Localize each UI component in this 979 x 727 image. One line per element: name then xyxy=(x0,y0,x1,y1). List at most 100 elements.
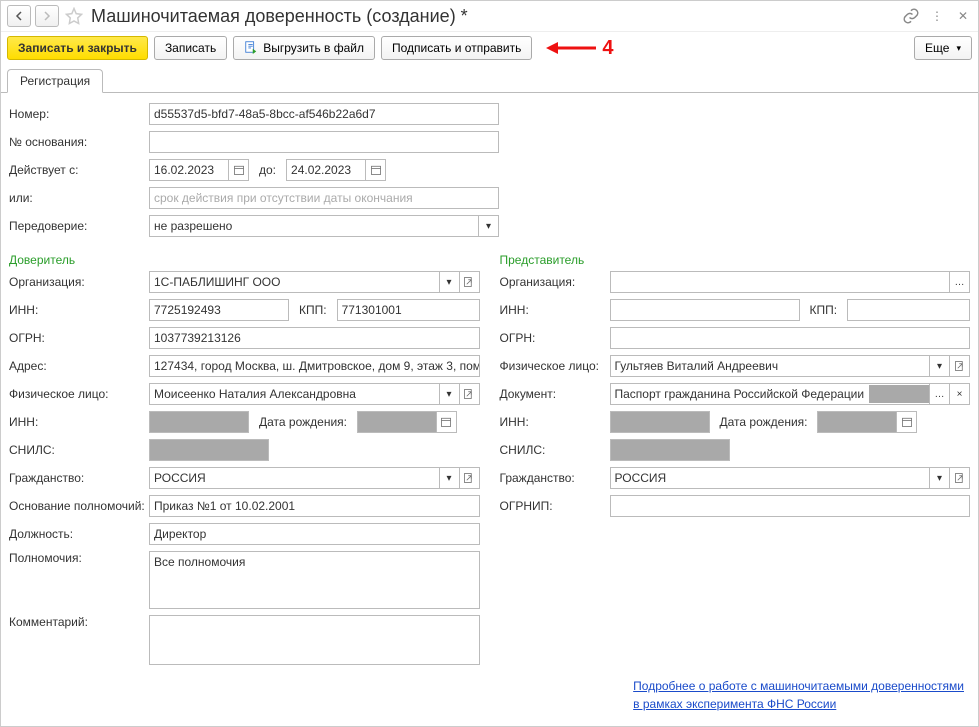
rep-org-input[interactable] xyxy=(610,271,951,293)
section-principal-title: Доверитель xyxy=(9,253,480,267)
help-link-line1: Подробнее о работе с машиночитаемыми дов… xyxy=(633,679,964,693)
rep-dob-input[interactable] xyxy=(817,411,897,433)
principal-powers-textarea[interactable]: Все полномочия xyxy=(149,551,480,609)
rep-document-input[interactable]: Паспорт гражданина Российской Федерации xyxy=(610,383,931,405)
label-basis-no: № основания: xyxy=(9,135,149,149)
label-number: Номер: xyxy=(9,107,149,121)
more-menu-button[interactable]: Еще ▾ xyxy=(914,36,972,60)
label-r-inn2: ИНН: xyxy=(500,415,610,429)
export-to-file-button[interactable]: Выгрузить в файл xyxy=(233,36,375,60)
nav-forward-button[interactable] xyxy=(35,5,59,27)
kebab-menu-icon[interactable]: ⋮ xyxy=(928,7,946,25)
principal-person-inn-input[interactable] xyxy=(149,411,249,433)
redelegation-dropdown-button[interactable]: ▾ xyxy=(479,215,499,237)
date-from-input[interactable] xyxy=(149,159,229,181)
link-icon[interactable] xyxy=(902,7,920,25)
label-p-powers: Полномочия: xyxy=(9,551,149,565)
rep-ogrn-input[interactable] xyxy=(610,327,971,349)
principal-person-input[interactable]: Моисеенко Наталия Александровна xyxy=(149,383,440,405)
rep-document-clear-button[interactable]: × xyxy=(950,383,970,405)
date-from-picker-button[interactable] xyxy=(229,159,249,181)
date-to-picker-button[interactable] xyxy=(366,159,386,181)
label-p-citizen: Гражданство: xyxy=(9,471,149,485)
help-link[interactable]: Подробнее о работе с машиночитаемыми дов… xyxy=(633,677,964,713)
rep-inn-input[interactable] xyxy=(610,299,800,321)
rep-person-dropdown[interactable]: ▾ xyxy=(930,355,950,377)
rep-org-select-button[interactable]: … xyxy=(950,271,970,293)
date-to-input[interactable] xyxy=(286,159,366,181)
label-p-person: Физическое лицо: xyxy=(9,387,149,401)
basis-no-input[interactable] xyxy=(149,131,499,153)
rep-citizenship-dropdown[interactable]: ▾ xyxy=(930,467,950,489)
label-p-comment: Комментарий: xyxy=(9,615,149,629)
principal-basis-input[interactable] xyxy=(149,495,480,517)
label-r-person: Физическое лицо: xyxy=(500,359,610,373)
tab-registration[interactable]: Регистрация xyxy=(7,69,103,93)
chevron-down-icon: ▾ xyxy=(956,43,961,54)
close-window-icon[interactable]: ✕ xyxy=(954,7,972,25)
label-valid-from: Действует с: xyxy=(9,163,149,177)
label-r-document: Документ: xyxy=(500,387,610,401)
more-label: Еще xyxy=(925,41,949,55)
rep-document-value: Паспорт гражданина Российской Федерации xyxy=(615,387,870,401)
rep-document-masked xyxy=(869,385,929,403)
label-p-inn2: ИНН: xyxy=(9,415,149,429)
write-button[interactable]: Записать xyxy=(154,36,227,60)
label-p-inn: ИНН: xyxy=(9,303,149,317)
principal-org-open[interactable] xyxy=(460,271,480,293)
section-representative-title: Представитель xyxy=(500,253,971,267)
sign-and-send-button[interactable]: Подписать и отправить xyxy=(381,36,532,60)
rep-person-inn-input[interactable] xyxy=(610,411,710,433)
write-and-close-button[interactable]: Записать и закрыть xyxy=(7,36,148,60)
annotation-number: 4 xyxy=(602,37,613,60)
label-p-kpp: КПП: xyxy=(299,303,327,317)
principal-org-dropdown[interactable]: ▾ xyxy=(440,271,460,293)
principal-citizenship-input[interactable]: РОССИЯ xyxy=(149,467,440,489)
principal-person-open[interactable] xyxy=(460,383,480,405)
rep-person-input[interactable]: Гультяев Виталий Андреевич xyxy=(610,355,931,377)
label-p-org: Организация: xyxy=(9,275,149,289)
validity-term-input[interactable]: срок действия при отсутствии даты оконча… xyxy=(149,187,499,209)
label-r-snils: СНИЛС: xyxy=(500,443,610,457)
label-r-ogrn: ОГРН: xyxy=(500,331,610,345)
principal-org-input[interactable]: 1С-ПАБЛИШИНГ ООО xyxy=(149,271,440,293)
label-r-dob: Дата рождения: xyxy=(720,415,808,429)
rep-ogrnip-input[interactable] xyxy=(610,495,971,517)
label-or: или: xyxy=(9,191,149,205)
page-title: Машиночитаемая доверенность (создание) * xyxy=(91,6,898,27)
principal-citizenship-dropdown[interactable]: ▾ xyxy=(440,467,460,489)
principal-dob-input[interactable] xyxy=(357,411,437,433)
principal-snils-input[interactable] xyxy=(149,439,269,461)
label-p-snils: СНИЛС: xyxy=(9,443,149,457)
comment-textarea[interactable] xyxy=(149,615,480,665)
principal-citizenship-open[interactable] xyxy=(460,467,480,489)
label-p-address: Адрес: xyxy=(9,359,149,373)
label-r-org: Организация: xyxy=(500,275,610,289)
label-p-dob: Дата рождения: xyxy=(259,415,347,429)
principal-position-input[interactable] xyxy=(149,523,480,545)
principal-kpp-input[interactable] xyxy=(337,299,480,321)
rep-document-select-button[interactable]: … xyxy=(930,383,950,405)
principal-dob-picker[interactable] xyxy=(437,411,457,433)
rep-dob-picker[interactable] xyxy=(897,411,917,433)
rep-person-open[interactable] xyxy=(950,355,970,377)
principal-person-dropdown[interactable]: ▾ xyxy=(440,383,460,405)
redelegation-select[interactable]: не разрешено xyxy=(149,215,479,237)
annotation-arrow: 4 xyxy=(546,37,613,60)
rep-snils-input[interactable] xyxy=(610,439,730,461)
label-redelegation: Передоверие: xyxy=(9,219,149,233)
label-r-kpp: КПП: xyxy=(810,303,838,317)
label-to: до: xyxy=(259,163,276,177)
rep-kpp-input[interactable] xyxy=(847,299,970,321)
number-input[interactable] xyxy=(149,103,499,125)
rep-citizenship-open[interactable] xyxy=(950,467,970,489)
principal-inn-input[interactable] xyxy=(149,299,289,321)
export-icon xyxy=(244,40,258,57)
favorite-star-icon[interactable] xyxy=(65,7,83,25)
principal-ogrn-input[interactable] xyxy=(149,327,480,349)
label-r-citizen: Гражданство: xyxy=(500,471,610,485)
rep-citizenship-input[interactable]: РОССИЯ xyxy=(610,467,931,489)
principal-address-input[interactable]: 127434, город Москва, ш. Дмитровское, до… xyxy=(149,355,480,377)
nav-back-button[interactable] xyxy=(7,5,31,27)
help-link-line2: в рамках эксперимента ФНС России xyxy=(633,697,836,711)
